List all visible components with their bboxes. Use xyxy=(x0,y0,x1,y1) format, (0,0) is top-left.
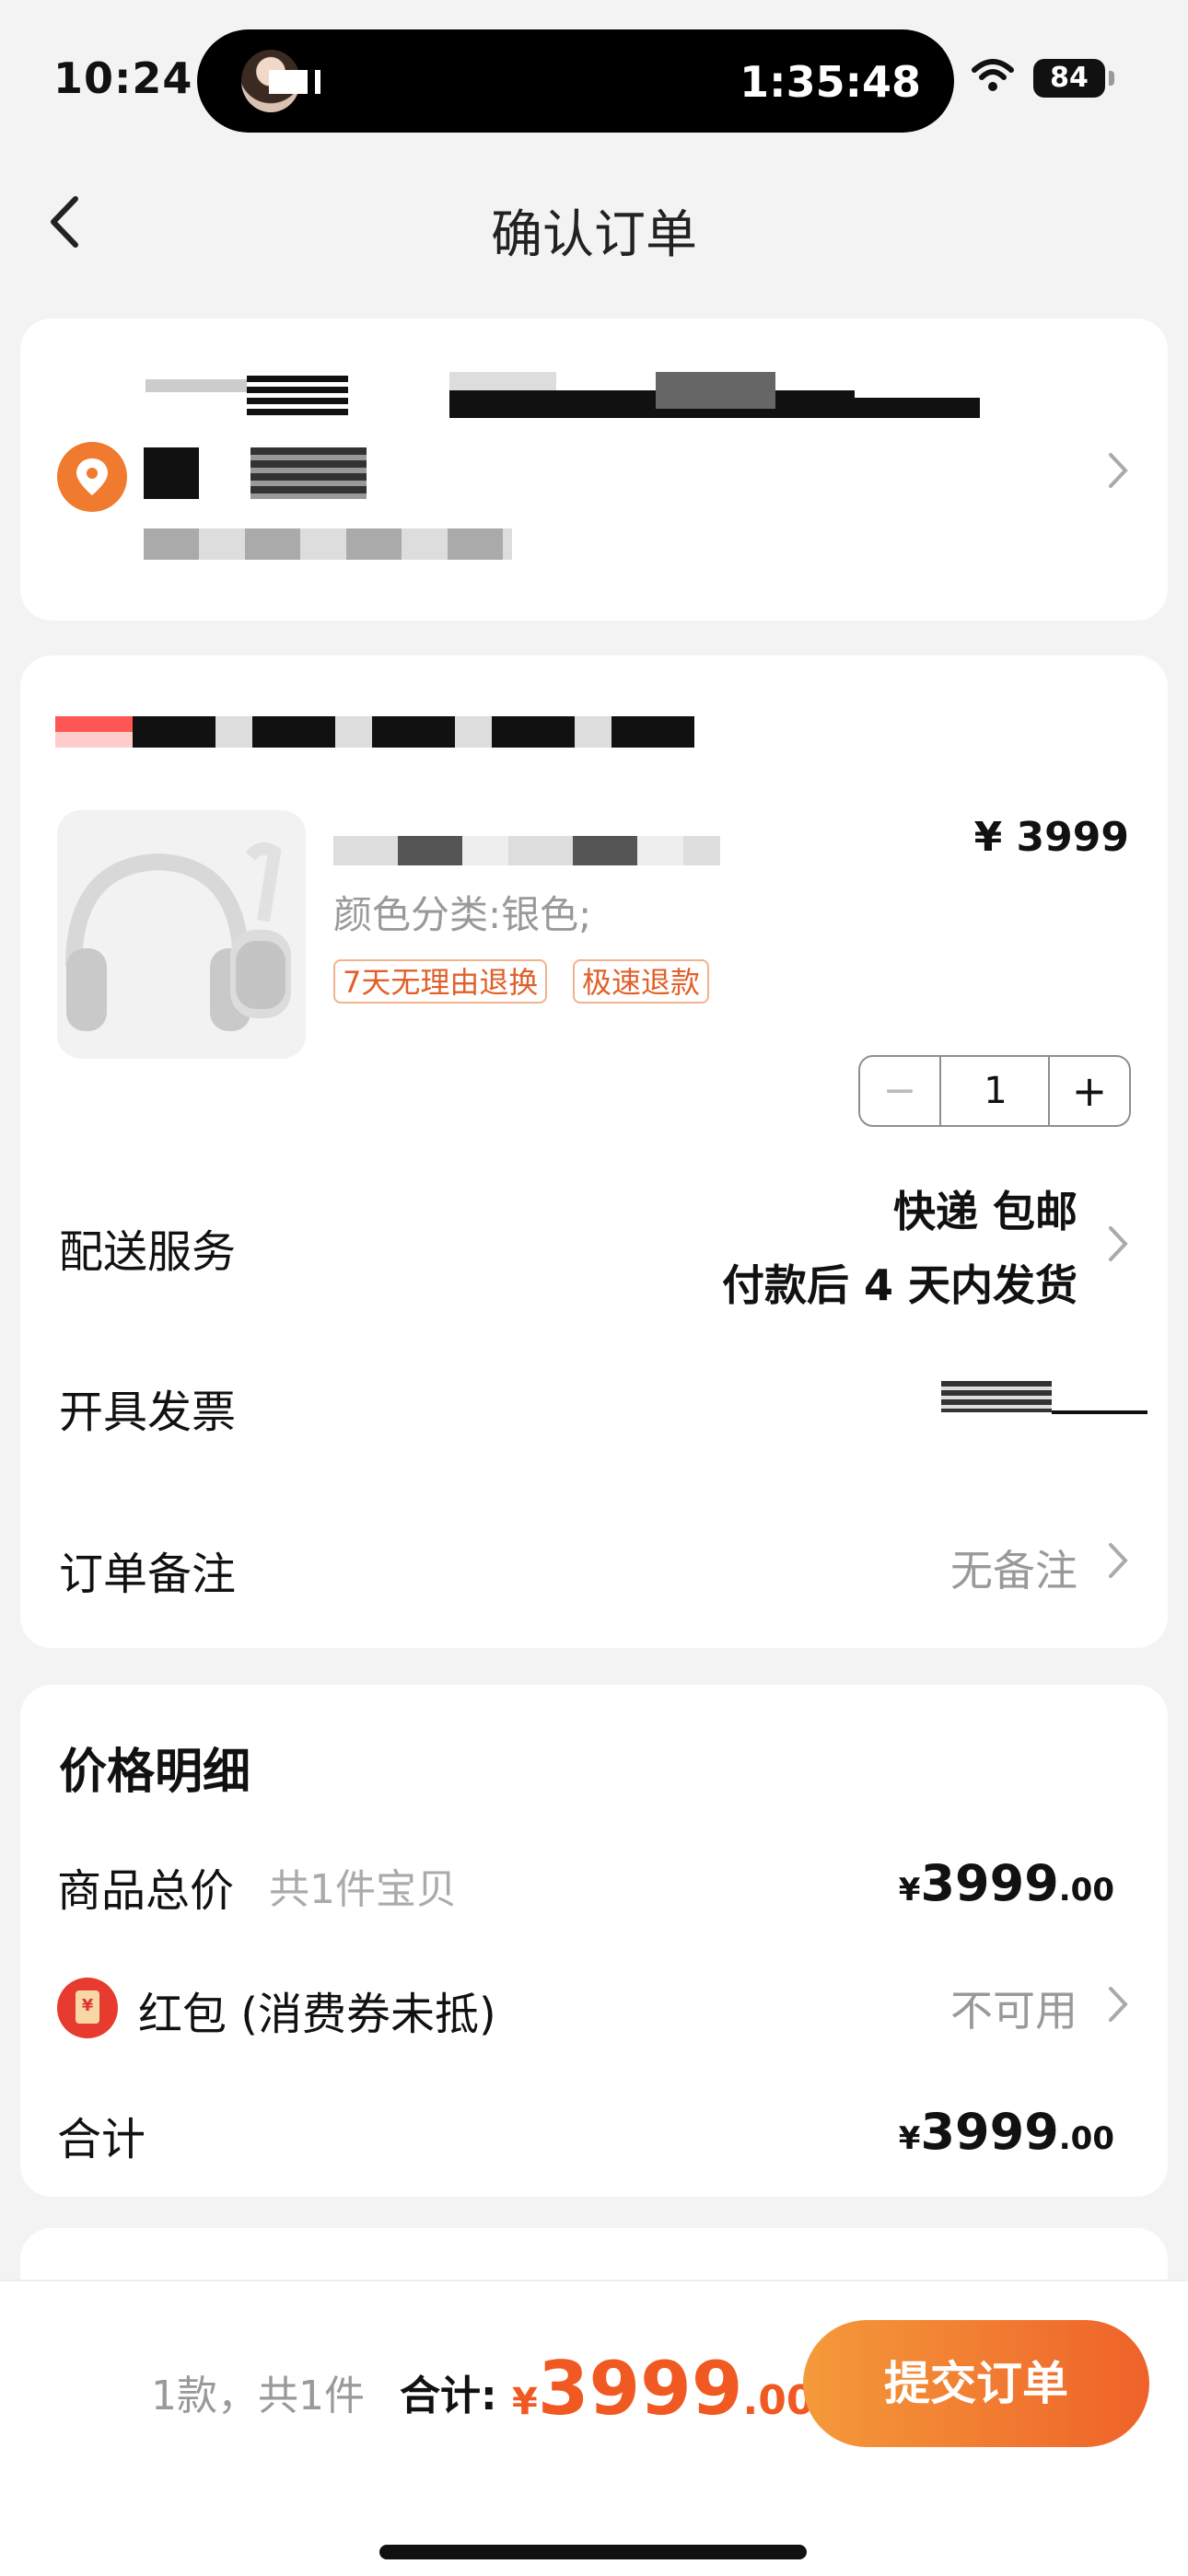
product-title-redacted xyxy=(333,836,720,865)
delivery-label: 配送服务 xyxy=(59,1226,237,1278)
remark-value[interactable]: 无备注 xyxy=(950,1537,1077,1598)
battery-icon: 84 xyxy=(1033,59,1116,98)
invoice-value-redacted[interactable] xyxy=(941,1381,1052,1412)
total-amount: ¥3999.00 xyxy=(899,2103,1114,2161)
shop-name-redacted xyxy=(133,716,694,748)
goods-total-label: 商品总价 xyxy=(57,1865,235,1917)
red-packet-icon: ¥ xyxy=(57,1978,118,2038)
wifi-icon xyxy=(971,57,1015,94)
total-label: 合计: xyxy=(400,2373,497,2419)
order-card: ¥ 3999 颜色分类:银色; 7天无理由退换 极速退款 − 1 + 配送服务 … xyxy=(20,656,1168,1648)
redacted-block xyxy=(250,447,367,499)
chevron-right-icon xyxy=(1101,447,1133,493)
delivery-note[interactable]: 付款后 4 天内发货 xyxy=(722,1252,1077,1313)
redacted-block xyxy=(656,372,775,409)
tag-fast-refund: 极速退款 xyxy=(573,959,710,1004)
island-redacted-gap xyxy=(308,70,315,94)
amount-integer: 3999 xyxy=(920,2103,1059,2161)
submit-order-button[interactable]: 提交订单 xyxy=(803,2320,1149,2447)
chevron-right-icon xyxy=(1101,1981,1133,2027)
dynamic-island[interactable]: 1:35:48 xyxy=(197,29,954,133)
remark-label: 订单备注 xyxy=(59,1549,237,1600)
goods-total-amount: ¥3999.00 xyxy=(899,1854,1114,1912)
increase-button[interactable]: + xyxy=(1048,1057,1129,1125)
invoice-value-redacted xyxy=(1052,1410,1147,1414)
chevron-right-icon xyxy=(1101,1221,1133,1267)
checkout-bar: 1款，共1件 合计: ¥3999.00 提交订单 xyxy=(0,2280,1188,2576)
redacted-line xyxy=(146,379,247,392)
battery-level: 84 xyxy=(1033,59,1105,98)
delivery-value[interactable]: 快递 包邮 xyxy=(893,1178,1077,1239)
page-title: 确认订单 xyxy=(491,205,697,265)
goods-count: 共1件宝贝 xyxy=(269,1866,457,1913)
tag-return: 7天无理由退换 xyxy=(333,959,548,1004)
price-detail-card: 价格明细 商品总价 共1件宝贝 ¥3999.00 ¥ 红包 (消费券未抵) 不可… xyxy=(20,1685,1168,2197)
red-packet-label: 红包 (消费券未抵) xyxy=(138,1989,496,2040)
redacted-line xyxy=(144,528,512,560)
amount-decimal: .00 xyxy=(1058,1872,1114,1909)
decrease-button[interactable]: − xyxy=(860,1057,941,1125)
battery-tip xyxy=(1109,71,1114,86)
currency-symbol: ¥ xyxy=(898,1872,921,1909)
redacted-block xyxy=(855,381,980,398)
currency-symbol: ¥ xyxy=(898,2120,921,2157)
redacted-block xyxy=(144,447,199,499)
status-bar: 10:24 1:35:48 84 xyxy=(0,0,1188,147)
headphones-image xyxy=(65,841,291,1031)
invoice-label: 开具发票 xyxy=(59,1387,237,1438)
total-label: 合计 xyxy=(57,2114,146,2165)
total-integer: 3999 xyxy=(537,2346,743,2431)
red-packet-mark: ¥ xyxy=(81,1996,94,2015)
amount-integer: 3999 xyxy=(920,1854,1059,1912)
chevron-right-icon xyxy=(1101,1537,1133,1584)
amount-decimal: .00 xyxy=(1058,2120,1114,2157)
address-card[interactable] xyxy=(20,319,1168,621)
quantity-stepper[interactable]: − 1 + xyxy=(858,1055,1131,1127)
product-sku: 颜色分类:银色; xyxy=(333,892,592,937)
checkout-total: ¥3999.00 xyxy=(512,2346,814,2431)
home-indicator[interactable] xyxy=(379,2545,807,2559)
shop-logo-redacted xyxy=(55,716,133,748)
item-summary: 1款，共1件 xyxy=(151,2373,365,2419)
currency-symbol: ¥ xyxy=(512,2381,538,2423)
red-packet-value[interactable]: 不可用 xyxy=(950,1978,1077,2038)
product-price: ¥ 3999 xyxy=(973,814,1129,861)
price-detail-title: 价格明细 xyxy=(59,1745,251,1800)
product-image[interactable] xyxy=(57,810,306,1059)
quantity-value[interactable]: 1 xyxy=(941,1057,1050,1125)
status-time: 10:24 xyxy=(53,53,193,103)
location-icon xyxy=(57,442,127,512)
nav-bar: 确认订单 xyxy=(0,162,1188,282)
island-timer: 1:35:48 xyxy=(740,57,921,107)
redacted-block xyxy=(247,376,348,418)
